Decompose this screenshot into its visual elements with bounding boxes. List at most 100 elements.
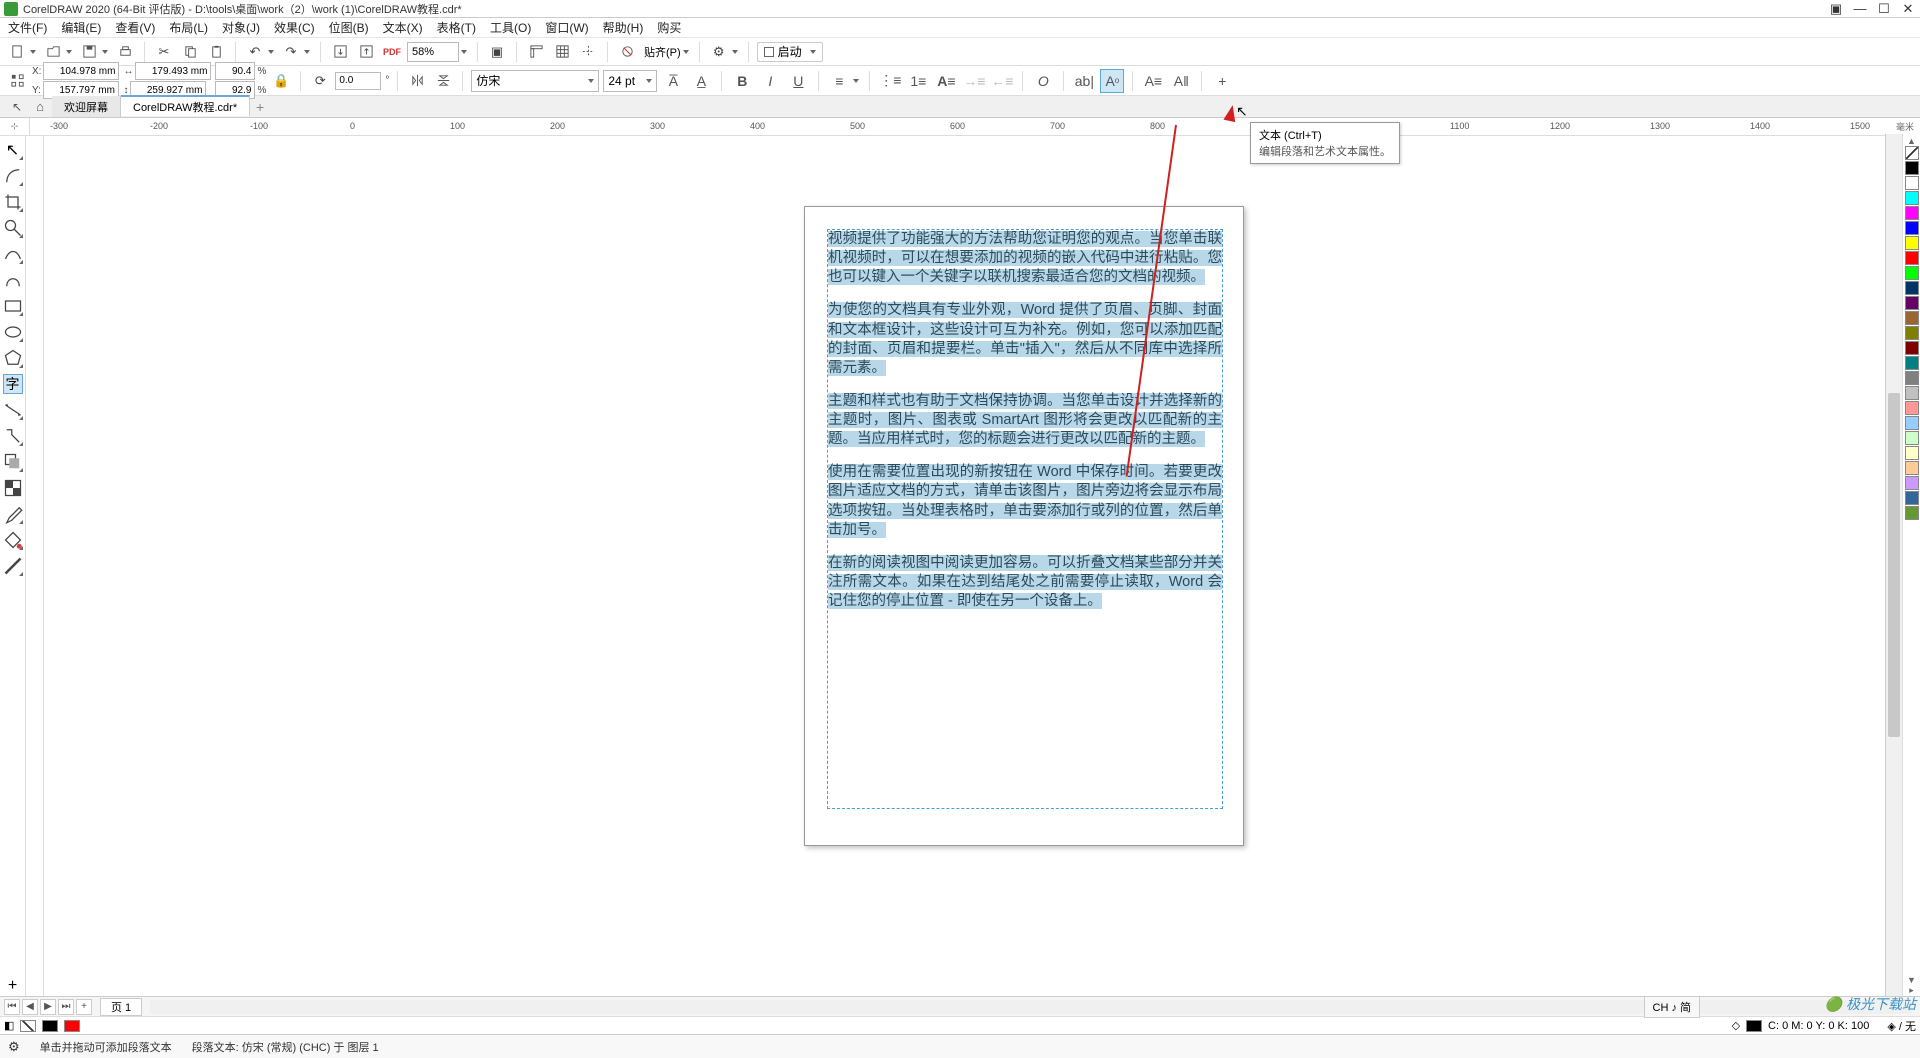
color-swatch[interactable] xyxy=(1905,176,1919,190)
save-button[interactable] xyxy=(78,41,100,63)
minimize-button[interactable]: — xyxy=(1852,2,1868,16)
outline-indicator-icon[interactable]: ◇ xyxy=(1732,1019,1740,1032)
paragraph-1[interactable]: 视频提供了功能强大的方法帮助您证明您的观点。当您单击联机视频时，可以在想要添加的… xyxy=(828,230,1222,287)
eyedropper-tool[interactable] xyxy=(3,504,23,524)
prev-page-button[interactable]: ◀ xyxy=(22,999,38,1015)
menu-edit[interactable]: 编辑(E) xyxy=(61,19,101,36)
copy-button[interactable] xyxy=(179,41,201,63)
rectangle-tool[interactable] xyxy=(3,296,23,316)
font-family-select[interactable]: 仿宋 xyxy=(471,70,599,92)
add-page-button[interactable]: + xyxy=(76,999,92,1015)
color-swatch[interactable] xyxy=(1905,251,1919,265)
color-swatch[interactable] xyxy=(1905,431,1919,445)
vertical-scrollbar[interactable] xyxy=(1885,134,1902,996)
color-swatch[interactable] xyxy=(1905,356,1919,370)
polygon-tool[interactable] xyxy=(3,348,23,368)
options-dropdown[interactable] xyxy=(730,41,740,63)
ime-indicator[interactable]: CH ♪ 简 xyxy=(1644,996,1701,1018)
menu-layout[interactable]: 布局(L) xyxy=(169,19,208,36)
color-swatch[interactable] xyxy=(1905,446,1919,460)
last-page-button[interactable]: ⏭ xyxy=(58,999,74,1015)
connector-tool[interactable] xyxy=(3,426,23,446)
color-swatch[interactable] xyxy=(1905,491,1919,505)
colorbar-swatch-0[interactable] xyxy=(42,1020,58,1032)
menu-tools[interactable]: 工具(O) xyxy=(490,19,531,36)
opentype-button[interactable]: O xyxy=(1031,69,1055,93)
color-swatch[interactable] xyxy=(1905,461,1919,475)
maximize-button[interactable]: ☐ xyxy=(1876,2,1892,16)
outline-tool[interactable] xyxy=(3,556,23,576)
mirror-v-button[interactable] xyxy=(432,70,454,92)
number-list-button[interactable]: 1≡ xyxy=(906,69,930,93)
ellipse-tool[interactable] xyxy=(3,322,23,342)
dropcap-button[interactable]: A≡ xyxy=(934,69,958,93)
no-color-swatch[interactable] xyxy=(1905,146,1919,160)
ruler-origin[interactable]: ⊹ xyxy=(0,118,30,135)
paragraph-4[interactable]: 使用在需要位置出现的新按钮在 Word 中保存时间。若要更改图片适应文档的方式，… xyxy=(828,463,1222,540)
menu-table[interactable]: 表格(T) xyxy=(437,19,476,36)
rotation-input[interactable] xyxy=(335,72,381,90)
parallel-dim-tool[interactable] xyxy=(3,400,23,420)
decrease-size-button[interactable]: A̲ xyxy=(689,69,713,93)
launch-button[interactable]: 启动 xyxy=(757,42,823,62)
text-tool[interactable]: 字 xyxy=(3,374,23,394)
color-swatch[interactable] xyxy=(1905,206,1919,220)
show-guides-button[interactable] xyxy=(577,41,599,63)
page-tab-1[interactable]: 页 1 xyxy=(100,998,142,1016)
artistic-media-tool[interactable] xyxy=(3,270,23,290)
show-rulers-button[interactable] xyxy=(525,41,547,63)
underline-button[interactable]: U xyxy=(786,69,810,93)
undo-button[interactable]: ↶ xyxy=(244,41,266,63)
crop-tool[interactable] xyxy=(3,192,23,212)
open-button[interactable] xyxy=(42,41,64,63)
zoom-tool[interactable] xyxy=(3,218,23,238)
canvas[interactable]: 视频提供了功能强大的方法帮助您证明您的观点。当您单击联机视频时，可以在想要添加的… xyxy=(44,136,1920,996)
align-button[interactable]: ≡ xyxy=(827,69,851,93)
new-tab-button[interactable]: + xyxy=(250,96,270,117)
menu-buy[interactable]: 购买 xyxy=(657,19,681,36)
export-button[interactable] xyxy=(355,41,377,63)
quick-customize[interactable]: + xyxy=(3,976,23,996)
pick-mini-icon[interactable]: ↖ xyxy=(6,96,28,117)
open-dropdown[interactable] xyxy=(64,41,74,63)
fill-indicator-icon[interactable]: ◧ xyxy=(4,1019,14,1032)
font-size-select[interactable]: 24 pt xyxy=(603,70,657,92)
color-swatch[interactable] xyxy=(1905,221,1919,235)
lock-ratio-button[interactable]: 🔒 xyxy=(270,70,292,92)
show-grid-button[interactable] xyxy=(551,41,573,63)
paragraph-text-frame[interactable]: 视频提供了功能强大的方法帮助您证明您的观点。当您单击联机视频时，可以在想要添加的… xyxy=(827,229,1223,809)
italic-button[interactable]: I xyxy=(758,69,782,93)
menu-object[interactable]: 对象(J) xyxy=(222,19,260,36)
fullscreen-button[interactable]: ▣ xyxy=(486,41,508,63)
colorbar-swatch-1[interactable] xyxy=(64,1020,80,1032)
tab-document[interactable]: CorelDRAW教程.cdr* xyxy=(121,95,250,116)
color-swatch[interactable] xyxy=(1905,311,1919,325)
shape-tool[interactable] xyxy=(3,166,23,186)
menu-text[interactable]: 文本(X) xyxy=(383,19,423,36)
ruler-vertical[interactable] xyxy=(26,136,44,996)
fill-none-swatch[interactable] xyxy=(20,1020,36,1032)
drop-shadow-tool[interactable] xyxy=(3,452,23,472)
menu-view[interactable]: 查看(V) xyxy=(115,19,155,36)
publish-pdf-button[interactable]: PDF xyxy=(381,41,403,63)
new-button[interactable] xyxy=(6,41,28,63)
color-swatch[interactable] xyxy=(1905,401,1919,415)
object-origin-button[interactable] xyxy=(6,70,28,92)
redo-dropdown[interactable] xyxy=(302,41,312,63)
snap-off-button[interactable] xyxy=(616,41,638,63)
scale-x-input[interactable] xyxy=(215,62,255,80)
settings-icon[interactable]: ⚙ xyxy=(8,1039,20,1055)
color-swatch[interactable] xyxy=(1905,266,1919,280)
color-swatch[interactable] xyxy=(1905,476,1919,490)
paste-button[interactable] xyxy=(205,41,227,63)
transparency-tool[interactable] xyxy=(3,478,23,498)
color-swatch[interactable] xyxy=(1905,236,1919,250)
color-swatch[interactable] xyxy=(1905,386,1919,400)
color-swatch[interactable] xyxy=(1905,341,1919,355)
ruler-horizontal[interactable]: ⊹ -300-200-10001002003004005006007008009… xyxy=(0,118,1920,136)
decrease-indent-button[interactable]: ←≡ xyxy=(990,69,1014,93)
next-page-button[interactable]: ▶ xyxy=(40,999,56,1015)
x-input[interactable] xyxy=(43,62,119,80)
add-button[interactable]: + xyxy=(1210,69,1234,93)
redo-button[interactable]: ↷ xyxy=(280,41,302,63)
